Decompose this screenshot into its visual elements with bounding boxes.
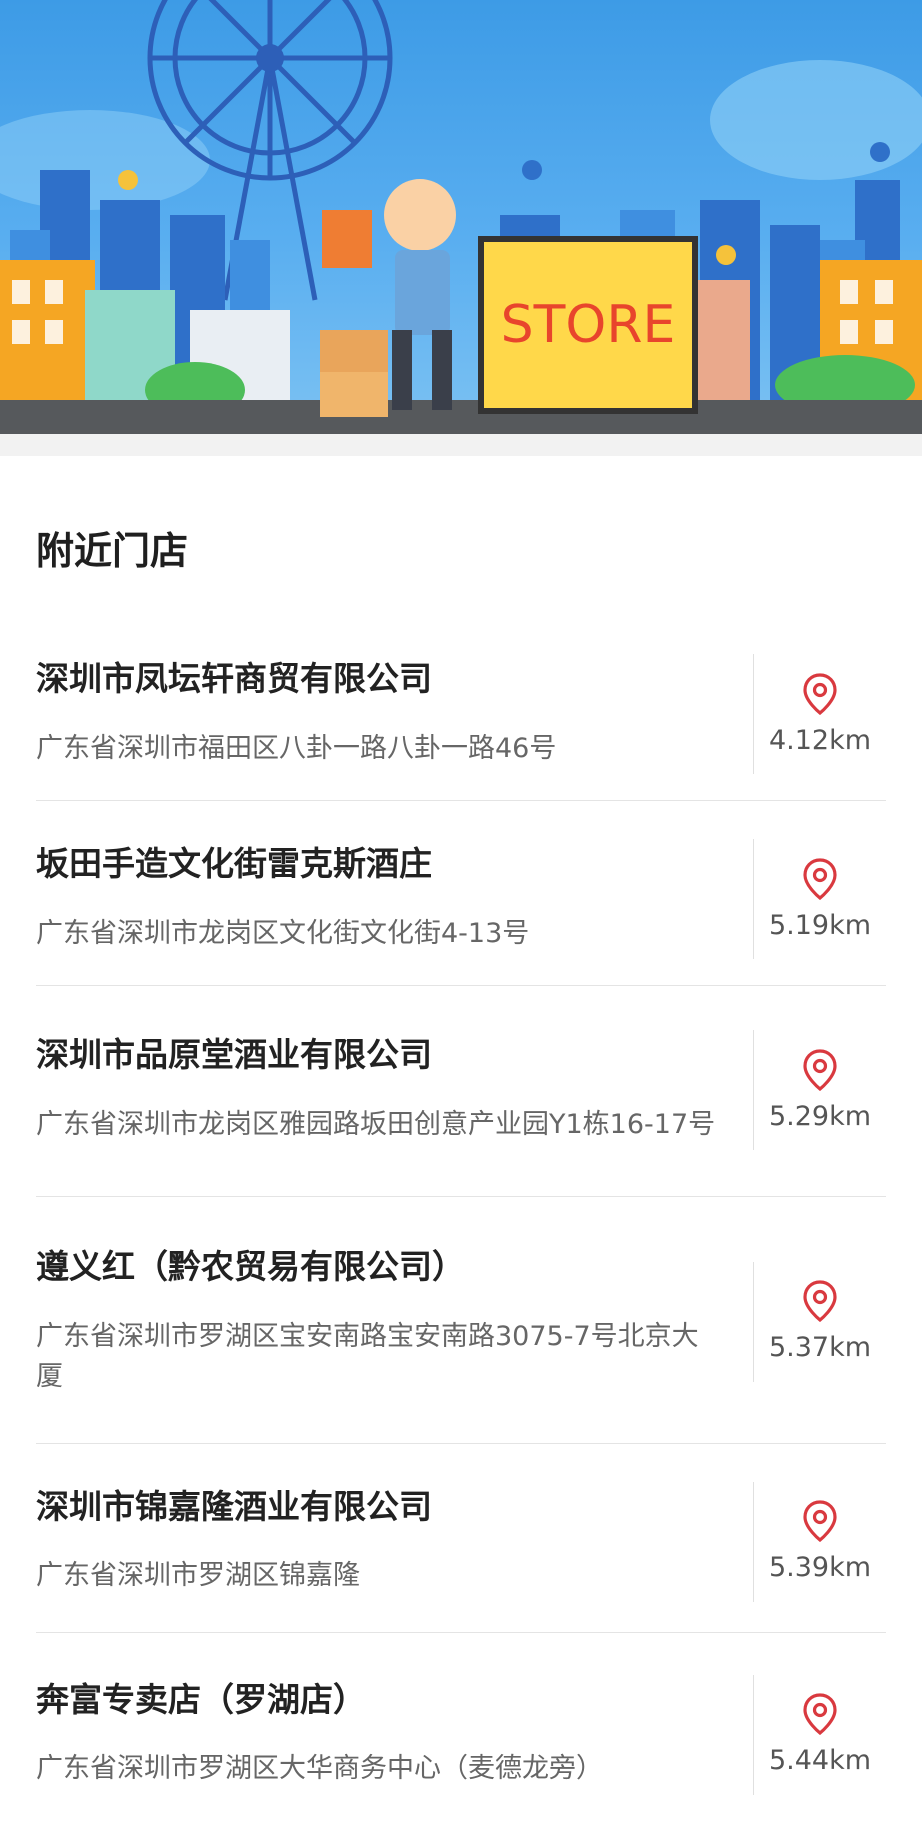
store-info: 奔富专卖店（罗湖店） 广东省深圳市罗湖区大华商务中心（麦德龙旁） <box>36 1680 753 1790</box>
store-distance[interactable]: 5.19km <box>753 839 886 959</box>
location-pin-icon[interactable] <box>802 1048 838 1091</box>
store-distance[interactable]: 5.37km <box>753 1261 886 1382</box>
store-name: 深圳市凤坛轩商贸有限公司 <box>36 659 432 699</box>
store-address: 广东省深圳市罗湖区宝安南路宝安南路3075-7号北京大厦 <box>36 1320 699 1392</box>
store-address: 广东省深圳市罗湖区锦嘉隆 <box>36 1560 360 1592</box>
distance-text: 5.44km <box>768 1745 872 1777</box>
store-address: 广东省深圳市龙岗区文化街文化街4-13号 <box>36 917 530 949</box>
distance-text: 5.29km <box>768 1100 872 1132</box>
store-address: 广东省深圳市罗湖区大华商务中心（麦德龙旁） <box>36 1753 603 1785</box>
store-sign: STORE <box>478 236 698 414</box>
store-distance[interactable]: 5.44km <box>753 1674 886 1795</box>
store-name: 深圳市锦嘉隆酒业有限公司 <box>36 1486 432 1526</box>
store-info: 坂田手造文化街雷克斯酒庄 广东省深圳市龙岗区文化街文化街4-13号 <box>36 844 753 954</box>
location-pin-icon[interactable] <box>802 857 838 900</box>
store-info: 深圳市凤坛轩商贸有限公司 广东省深圳市福田区八卦一路八卦一路46号 <box>36 659 753 769</box>
store-item[interactable]: 深圳市品原堂酒业有限公司 广东省深圳市龙岗区雅园路坂田创意产业园Y1栋16-17… <box>36 986 886 1197</box>
store-info: 深圳市锦嘉隆酒业有限公司 广东省深圳市罗湖区锦嘉隆 <box>36 1487 753 1597</box>
store-name: 深圳市品原堂酒业有限公司 <box>36 1035 432 1075</box>
store-banner: STORE <box>0 0 922 434</box>
store-info: 深圳市品原堂酒业有限公司 广东省深圳市龙岗区雅园路坂田创意产业园Y1栋16-17… <box>36 1035 753 1145</box>
store-name: 奔富专卖店（罗湖店） <box>36 1679 366 1719</box>
location-pin-icon[interactable] <box>802 1693 838 1736</box>
location-pin-icon[interactable] <box>802 672 838 715</box>
location-pin-icon[interactable] <box>802 1500 838 1543</box>
distance-text: 4.12km <box>768 724 872 756</box>
section-title: 附近门店 <box>36 529 189 573</box>
store-item[interactable]: 深圳市凤坛轩商贸有限公司 广东省深圳市福田区八卦一路八卦一路46号 4.12km <box>36 632 886 801</box>
store-item[interactable]: 深圳市锦嘉隆酒业有限公司 广东省深圳市罗湖区锦嘉隆 5.39km <box>36 1444 886 1633</box>
distance-text: 5.37km <box>768 1332 872 1364</box>
nearby-stores-section: 附近门店 深圳市凤坛轩商贸有限公司 广东省深圳市福田区八卦一路八卦一路46号 4… <box>0 532 922 1795</box>
store-name: 坂田手造文化街雷克斯酒庄 <box>36 844 432 884</box>
store-illustration: STORE <box>0 0 922 434</box>
store-sign-text: STORE <box>501 295 676 355</box>
location-pin-icon[interactable] <box>802 1280 838 1323</box>
store-address: 广东省深圳市龙岗区雅园路坂田创意产业园Y1栋16-17号 <box>36 1108 716 1140</box>
store-distance[interactable]: 4.12km <box>753 654 886 774</box>
store-distance[interactable]: 5.39km <box>753 1481 886 1602</box>
store-list: 深圳市凤坛轩商贸有限公司 广东省深圳市福田区八卦一路八卦一路46号 4.12km… <box>36 632 886 1795</box>
store-info: 遵义红（黔农贸易有限公司） 广东省深圳市罗湖区宝安南路宝安南路3075-7号北京… <box>36 1247 753 1397</box>
store-item[interactable]: 坂田手造文化街雷克斯酒庄 广东省深圳市龙岗区文化街文化街4-13号 5.19km <box>36 801 886 986</box>
store-distance[interactable]: 5.29km <box>753 1030 886 1150</box>
distance-text: 5.39km <box>768 1552 872 1584</box>
store-name: 遵义红（黔农贸易有限公司） <box>36 1247 465 1286</box>
store-item[interactable]: 遵义红（黔农贸易有限公司） 广东省深圳市罗湖区宝安南路宝安南路3075-7号北京… <box>36 1197 886 1444</box>
store-address: 广东省深圳市福田区八卦一路八卦一路46号 <box>36 732 557 764</box>
distance-text: 5.19km <box>768 909 872 941</box>
section-divider <box>0 434 922 456</box>
store-item[interactable]: 奔富专卖店（罗湖店） 广东省深圳市罗湖区大华商务中心（麦德龙旁） 5.44km <box>36 1633 886 1795</box>
